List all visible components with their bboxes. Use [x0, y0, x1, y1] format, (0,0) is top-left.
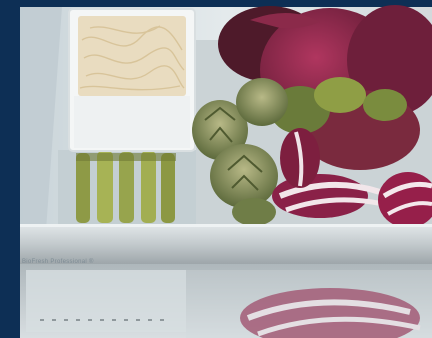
shelf-highlight	[20, 224, 432, 227]
fridge-vegetable-drawer-photo: BioFresh Professional ®	[0, 0, 432, 338]
shelf-caption: BioFresh Professional ®	[22, 259, 94, 265]
lower-drawer-radicchio	[186, 270, 432, 338]
lower-drawer-front-left	[26, 270, 186, 332]
glass-shelf	[20, 224, 432, 264]
photo-illustration	[0, 0, 432, 338]
sprouts-container	[68, 8, 196, 152]
